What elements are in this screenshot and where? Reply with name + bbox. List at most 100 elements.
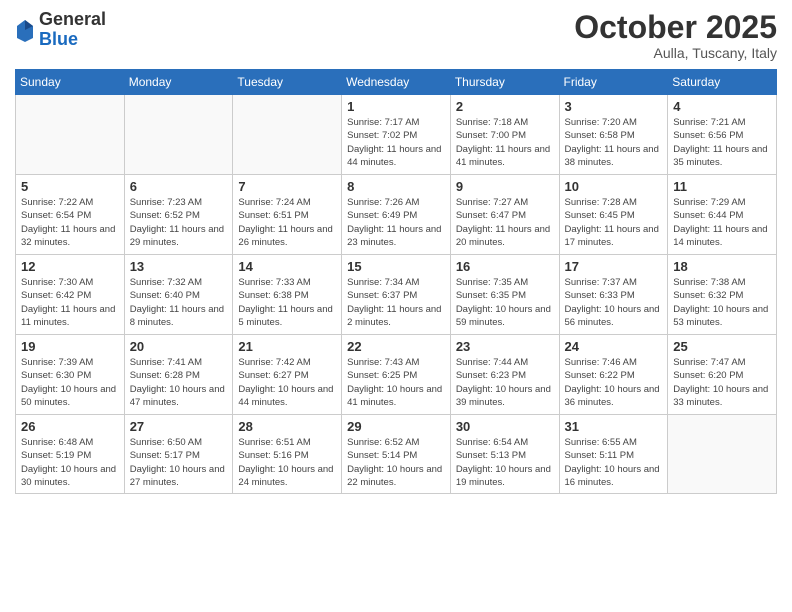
table-row — [124, 95, 233, 175]
day-info: Sunrise: 7:46 AMSunset: 6:22 PMDaylight:… — [565, 356, 663, 409]
day-info: Sunrise: 6:48 AMSunset: 5:19 PMDaylight:… — [21, 436, 119, 489]
header-saturday: Saturday — [668, 70, 777, 95]
day-info: Sunrise: 7:33 AMSunset: 6:38 PMDaylight:… — [238, 276, 336, 329]
day-info: Sunrise: 7:20 AMSunset: 6:58 PMDaylight:… — [565, 116, 663, 169]
table-row: 18 Sunrise: 7:38 AMSunset: 6:32 PMDayligh… — [668, 255, 777, 335]
day-number: 31 — [565, 419, 663, 434]
table-row: 23 Sunrise: 7:44 AMSunset: 6:23 PMDayligh… — [450, 335, 559, 415]
day-info: Sunrise: 7:28 AMSunset: 6:45 PMDaylight:… — [565, 196, 663, 249]
day-info: Sunrise: 7:29 AMSunset: 6:44 PMDaylight:… — [673, 196, 771, 249]
header-wednesday: Wednesday — [342, 70, 451, 95]
table-row: 24 Sunrise: 7:46 AMSunset: 6:22 PMDayligh… — [559, 335, 668, 415]
table-row: 27 Sunrise: 6:50 AMSunset: 5:17 PMDayligh… — [124, 415, 233, 494]
day-number: 27 — [130, 419, 228, 434]
header: General Blue October 2025 Aulla, Tuscany… — [15, 10, 777, 61]
day-number: 6 — [130, 179, 228, 194]
table-row: 19 Sunrise: 7:39 AMSunset: 6:30 PMDayligh… — [16, 335, 125, 415]
day-number: 8 — [347, 179, 445, 194]
day-number: 20 — [130, 339, 228, 354]
table-row: 7 Sunrise: 7:24 AMSunset: 6:51 PMDaylight… — [233, 175, 342, 255]
day-info: Sunrise: 7:41 AMSunset: 6:28 PMDaylight:… — [130, 356, 228, 409]
day-number: 14 — [238, 259, 336, 274]
table-row: 30 Sunrise: 6:54 AMSunset: 5:13 PMDayligh… — [450, 415, 559, 494]
logo: General Blue — [15, 10, 106, 50]
table-row: 9 Sunrise: 7:27 AMSunset: 6:47 PMDaylight… — [450, 175, 559, 255]
table-row: 11 Sunrise: 7:29 AMSunset: 6:44 PMDayligh… — [668, 175, 777, 255]
table-row: 21Sunrise: 7:42 AMSunset: 6:27 PMDayligh… — [233, 335, 342, 415]
logo-icon — [15, 18, 35, 42]
header-monday: Monday — [124, 70, 233, 95]
table-row: 16Sunrise: 7:35 AMSunset: 6:35 PMDayligh… — [450, 255, 559, 335]
day-info: Sunrise: 6:50 AMSunset: 5:17 PMDaylight:… — [130, 436, 228, 489]
day-number: 23 — [456, 339, 554, 354]
table-row — [16, 95, 125, 175]
day-info: Sunrise: 7:30 AMSunset: 6:42 PMDaylight:… — [21, 276, 119, 329]
table-row: 25 Sunrise: 7:47 AMSunset: 6:20 PMDayligh… — [668, 335, 777, 415]
table-row: 3 Sunrise: 7:20 AMSunset: 6:58 PMDaylight… — [559, 95, 668, 175]
day-info: Sunrise: 7:21 AMSunset: 6:56 PMDaylight:… — [673, 116, 771, 169]
day-number: 5 — [21, 179, 119, 194]
day-number: 4 — [673, 99, 771, 114]
table-row: 15Sunrise: 7:34 AMSunset: 6:37 PMDayligh… — [342, 255, 451, 335]
day-info: Sunrise: 7:47 AMSunset: 6:20 PMDaylight:… — [673, 356, 771, 409]
day-number: 26 — [21, 419, 119, 434]
day-number: 17 — [565, 259, 663, 274]
day-info: Sunrise: 7:34 AMSunset: 6:37 PMDaylight:… — [347, 276, 445, 329]
day-info: Sunrise: 7:32 AMSunset: 6:40 PMDaylight:… — [130, 276, 228, 329]
day-info: Sunrise: 7:26 AMSunset: 6:49 PMDaylight:… — [347, 196, 445, 249]
header-thursday: Thursday — [450, 70, 559, 95]
day-info: Sunrise: 7:37 AMSunset: 6:33 PMDaylight:… — [565, 276, 663, 329]
day-number: 18 — [673, 259, 771, 274]
table-row: 31 Sunrise: 6:55 AMSunset: 5:11 PMDayligh… — [559, 415, 668, 494]
day-number: 13 — [130, 259, 228, 274]
table-row: 4 Sunrise: 7:21 AMSunset: 6:56 PMDaylight… — [668, 95, 777, 175]
logo-blue-text: Blue — [39, 30, 106, 50]
day-info: Sunrise: 6:51 AMSunset: 5:16 PMDaylight:… — [238, 436, 336, 489]
day-info: Sunrise: 7:23 AMSunset: 6:52 PMDaylight:… — [130, 196, 228, 249]
table-row: 13 Sunrise: 7:32 AMSunset: 6:40 PMDayligh… — [124, 255, 233, 335]
day-info: Sunrise: 7:27 AMSunset: 6:47 PMDaylight:… — [456, 196, 554, 249]
table-row: 17 Sunrise: 7:37 AMSunset: 6:33 PMDayligh… — [559, 255, 668, 335]
day-number: 29 — [347, 419, 445, 434]
table-row — [233, 95, 342, 175]
table-row — [668, 415, 777, 494]
table-row: 6 Sunrise: 7:23 AMSunset: 6:52 PMDaylight… — [124, 175, 233, 255]
table-row: 28Sunrise: 6:51 AMSunset: 5:16 PMDayligh… — [233, 415, 342, 494]
day-number: 10 — [565, 179, 663, 194]
header-tuesday: Tuesday — [233, 70, 342, 95]
day-info: Sunrise: 7:39 AMSunset: 6:30 PMDaylight:… — [21, 356, 119, 409]
table-row: 10 Sunrise: 7:28 AMSunset: 6:45 PMDayligh… — [559, 175, 668, 255]
table-row: 2 Sunrise: 7:18 AMSunset: 7:00 PMDaylight… — [450, 95, 559, 175]
table-row: 5Sunrise: 7:22 AMSunset: 6:54 PMDaylight… — [16, 175, 125, 255]
day-info: Sunrise: 7:44 AMSunset: 6:23 PMDaylight:… — [456, 356, 554, 409]
day-info: Sunrise: 7:43 AMSunset: 6:25 PMDaylight:… — [347, 356, 445, 409]
day-info: Sunrise: 7:35 AMSunset: 6:35 PMDaylight:… — [456, 276, 554, 329]
day-number: 21 — [238, 339, 336, 354]
table-row: 26 Sunrise: 6:48 AMSunset: 5:19 PMDayligh… — [16, 415, 125, 494]
day-info: Sunrise: 7:38 AMSunset: 6:32 PMDaylight:… — [673, 276, 771, 329]
header-sunday: Sunday — [16, 70, 125, 95]
calendar-table: Sunday Monday Tuesday Wednesday Thursday… — [15, 69, 777, 494]
day-number: 2 — [456, 99, 554, 114]
table-row: 12Sunrise: 7:30 AMSunset: 6:42 PMDayligh… — [16, 255, 125, 335]
page: General Blue October 2025 Aulla, Tuscany… — [0, 0, 792, 612]
day-number: 22 — [347, 339, 445, 354]
day-number: 7 — [238, 179, 336, 194]
day-number: 1 — [347, 99, 445, 114]
day-number: 3 — [565, 99, 663, 114]
table-row: 20 Sunrise: 7:41 AMSunset: 6:28 PMDayligh… — [124, 335, 233, 415]
day-number: 25 — [673, 339, 771, 354]
logo-text: General Blue — [39, 10, 106, 50]
day-info: Sunrise: 7:24 AMSunset: 6:51 PMDaylight:… — [238, 196, 336, 249]
day-info: Sunrise: 6:54 AMSunset: 5:13 PMDaylight:… — [456, 436, 554, 489]
table-row: 29Sunrise: 6:52 AMSunset: 5:14 PMDayligh… — [342, 415, 451, 494]
day-number: 9 — [456, 179, 554, 194]
day-number: 24 — [565, 339, 663, 354]
day-number: 19 — [21, 339, 119, 354]
day-info: Sunrise: 6:55 AMSunset: 5:11 PMDaylight:… — [565, 436, 663, 489]
day-info: Sunrise: 7:18 AMSunset: 7:00 PMDaylight:… — [456, 116, 554, 169]
month-title: October 2025 — [574, 10, 777, 45]
day-number: 11 — [673, 179, 771, 194]
location-subtitle: Aulla, Tuscany, Italy — [574, 45, 777, 61]
day-number: 30 — [456, 419, 554, 434]
